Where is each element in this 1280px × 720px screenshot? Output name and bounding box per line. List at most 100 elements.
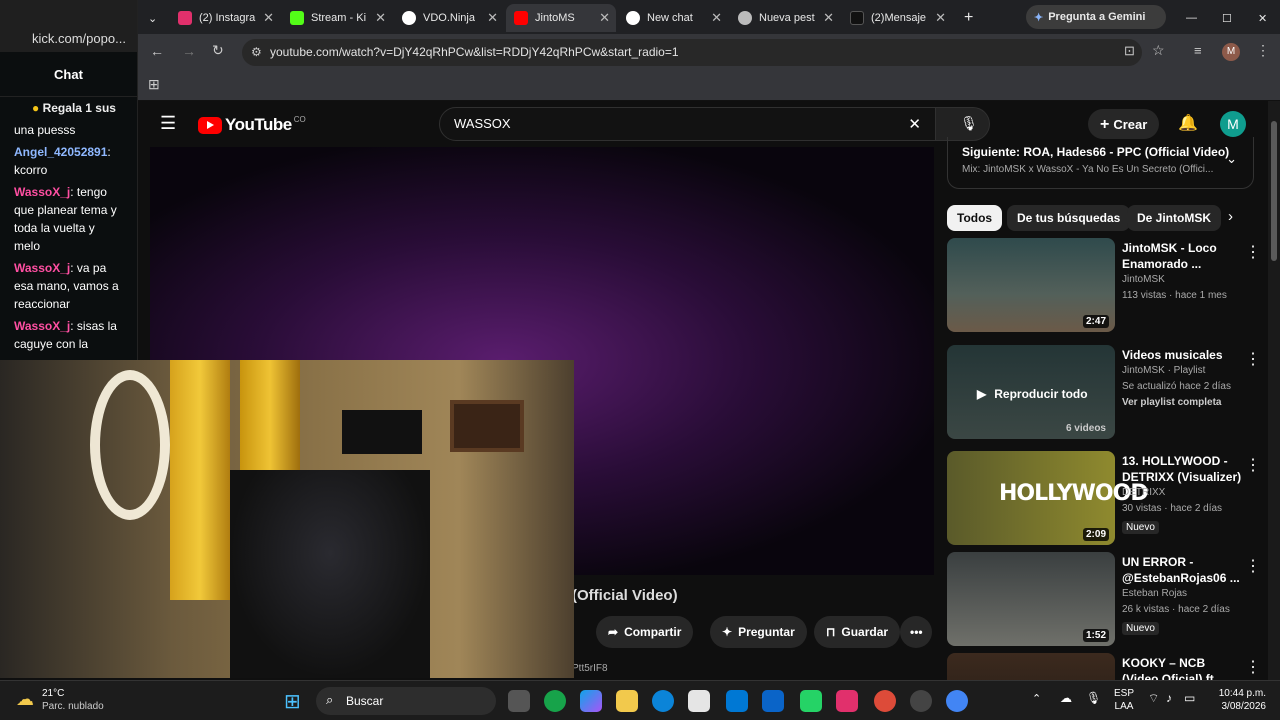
channel-name[interactable]: JintoMSK · Playlist — [1122, 363, 1242, 379]
ask-button[interactable]: ✦ Preguntar — [710, 616, 807, 648]
chip-from-searches[interactable]: De tus búsquedas — [1007, 205, 1131, 231]
close-icon[interactable]: ✕ — [823, 10, 834, 26]
menu-icon[interactable]: ⋮ — [1256, 42, 1270, 59]
channel-name[interactable]: DETRIXX — [1122, 485, 1242, 501]
more-actions-button[interactable]: ••• — [900, 616, 932, 648]
gift-banner[interactable]: ● Regala 1 sus — [0, 97, 137, 119]
more-options-icon[interactable]: ⋮ — [1245, 242, 1261, 262]
clock[interactable]: 10:44 p.m. 3/08/2026 — [1210, 687, 1266, 713]
tab-instagram[interactable]: (2) Instagra ✕ — [170, 4, 280, 32]
video-thumbnail[interactable]: 2:47 — [947, 238, 1115, 332]
tab-new-tab[interactable]: Nueva pest ✕ — [730, 4, 840, 32]
recommendation-item[interactable]: 1:52 UN ERROR - @EstebanRojas06 ... Esteb… — [947, 552, 1263, 646]
video-thumbnail[interactable] — [947, 653, 1115, 680]
video-title[interactable]: JintoMSK - Loco Enamorado ... — [1122, 240, 1242, 272]
chevron-right-icon[interactable]: › — [1228, 208, 1233, 225]
youtube-logo[interactable]: YouTube CO — [198, 115, 306, 135]
profile-avatar[interactable]: M — [1222, 43, 1240, 61]
more-options-icon[interactable]: ⋮ — [1245, 556, 1261, 576]
kick-url[interactable]: kick.com/popo... — [0, 28, 137, 52]
channel-name[interactable]: Esteban Rojas — [1122, 586, 1242, 602]
volume-icon[interactable]: ♪ — [1166, 691, 1172, 705]
playlist-item[interactable]: ▶ Reproducir todo 6 videos Videos musical… — [947, 345, 1263, 439]
more-options-icon[interactable]: ⋮ — [1245, 657, 1261, 677]
reload-icon[interactable]: ↻ — [212, 42, 224, 59]
tab-tiktok[interactable]: (2)Mensaje ✕ — [842, 4, 952, 32]
file-explorer-icon[interactable] — [616, 690, 638, 712]
tab-new-chat[interactable]: New chat ✕ — [618, 4, 728, 32]
close-icon[interactable]: ✕ — [487, 10, 498, 26]
install-icon[interactable]: ⊡ — [1124, 43, 1135, 59]
maximize-button[interactable]: ☐ — [1214, 4, 1244, 32]
video-title[interactable]: KOOKY – NCB (Video Oficial) ft... — [1122, 655, 1242, 680]
app-icon[interactable] — [544, 690, 566, 712]
gemini-button[interactable]: ✦ Pregunta a Gemini — [1026, 5, 1166, 29]
back-icon[interactable]: ← — [150, 43, 164, 59]
recommendation-item[interactable]: 2:47 JintoMSK - Loco Enamorado ... JintoM… — [947, 238, 1263, 332]
bookmark-star-icon[interactable]: ☆ — [1152, 42, 1165, 59]
playlist-title[interactable]: Videos musicales — [1122, 347, 1242, 363]
more-options-icon[interactable]: ⋮ — [1245, 455, 1261, 475]
playlist-next-panel[interactable]: Siguiente: ROA, Hades66 - PPC (Official … — [947, 137, 1254, 189]
tab-search-icon[interactable]: ⌄ — [140, 4, 170, 32]
new-tab-button[interactable]: + — [956, 4, 976, 32]
scrollbar-thumb[interactable] — [1271, 121, 1277, 261]
weather-widget[interactable]: 21°C Parc. nublado — [42, 687, 104, 713]
app-icon[interactable] — [910, 690, 932, 712]
chip-from-channel[interactable]: De JintoMSK — [1127, 205, 1222, 231]
tab-kick[interactable]: Stream - Ki ✕ — [282, 4, 392, 32]
tab-youtube[interactable]: JintoMS ✕ — [506, 4, 616, 32]
close-window-button[interactable]: ✕ — [1250, 4, 1280, 32]
microphone-icon[interactable]: 🎙 — [1086, 691, 1101, 705]
close-icon[interactable]: ✕ — [599, 10, 610, 26]
whatsapp-icon[interactable] — [800, 690, 822, 712]
close-icon[interactable]: ✕ — [711, 10, 722, 26]
windows-start-icon[interactable]: ⊞ — [284, 689, 301, 714]
voice-search-icon[interactable]: 🎙 — [954, 109, 984, 139]
cloud-icon[interactable]: ☁ — [1060, 691, 1072, 705]
playlist-thumbnail[interactable]: ▶ Reproducir todo 6 videos — [947, 345, 1115, 439]
instagram-icon[interactable] — [836, 690, 858, 712]
outlook-icon[interactable] — [762, 690, 784, 712]
wifi-icon[interactable]: ⌔ — [1148, 691, 1159, 706]
close-icon[interactable]: ✕ — [935, 10, 946, 26]
chrome-icon[interactable] — [874, 690, 896, 712]
scrollbar[interactable] — [1268, 101, 1280, 680]
taskbar-search[interactable]: ⌕ Buscar — [316, 687, 496, 715]
copilot-icon[interactable] — [580, 690, 602, 712]
minimize-button[interactable]: — — [1178, 4, 1208, 32]
chip-all[interactable]: Todos — [947, 205, 1003, 231]
close-icon[interactable]: ✕ — [375, 10, 386, 26]
video-thumbnail[interactable]: HOLLYWOOD 2:09 — [947, 451, 1149, 545]
language-indicator[interactable]: ESP LAA — [1114, 687, 1134, 713]
store-icon[interactable] — [688, 690, 710, 712]
create-button[interactable]: + Crear — [1088, 109, 1160, 139]
play-all-label[interactable]: Reproducir todo — [994, 387, 1087, 401]
forward-icon[interactable]: → — [182, 43, 196, 59]
share-button[interactable]: ➦ Compartir — [596, 616, 694, 648]
video-thumbnail[interactable]: 1:52 — [947, 552, 1115, 646]
apps-grid-icon[interactable]: ⊞ — [148, 76, 160, 93]
weather-icon[interactable]: ☁ — [16, 689, 34, 710]
address-bar[interactable]: ⚙ youtube.com/watch?v=DjY42qRhPCw&list=R… — [242, 39, 1142, 66]
search-input[interactable]: WASSOX ✕ — [439, 107, 936, 141]
site-info-icon[interactable]: ⚙ — [251, 45, 262, 59]
chevron-down-icon[interactable]: ⌄ — [1226, 151, 1237, 167]
close-icon[interactable]: ✕ — [263, 10, 274, 26]
media-control-icon[interactable]: ≡ — [1194, 43, 1202, 58]
more-options-icon[interactable]: ⋮ — [1245, 349, 1261, 369]
recommendation-item[interactable]: HOLLYWOOD 2:09 13. HOLLYWOOD - DETRIXX (… — [947, 451, 1263, 545]
channel-name[interactable]: JintoMSK — [1122, 272, 1242, 288]
tab-vdoninja[interactable]: VDO.Ninja ✕ — [394, 4, 504, 32]
edge-icon[interactable] — [652, 690, 674, 712]
chrome-icon[interactable] — [946, 690, 968, 712]
recommendation-item[interactable]: KOOKY – NCB (Video Oficial) ft... ⋮ — [947, 653, 1263, 680]
task-view-icon[interactable] — [508, 690, 530, 712]
save-button[interactable]: ⊓ Guardar — [814, 616, 901, 648]
battery-icon[interactable]: ▭ — [1184, 691, 1195, 705]
clear-search-icon[interactable]: ✕ — [908, 115, 921, 133]
notifications-bell-icon[interactable]: 🔔 — [1178, 113, 1198, 133]
video-title[interactable]: 13. HOLLYWOOD - DETRIXX (Visualizer) — [1122, 453, 1242, 485]
chevron-up-icon[interactable]: ⌃ — [1032, 692, 1041, 705]
hamburger-menu-icon[interactable]: ☰ — [160, 113, 176, 134]
